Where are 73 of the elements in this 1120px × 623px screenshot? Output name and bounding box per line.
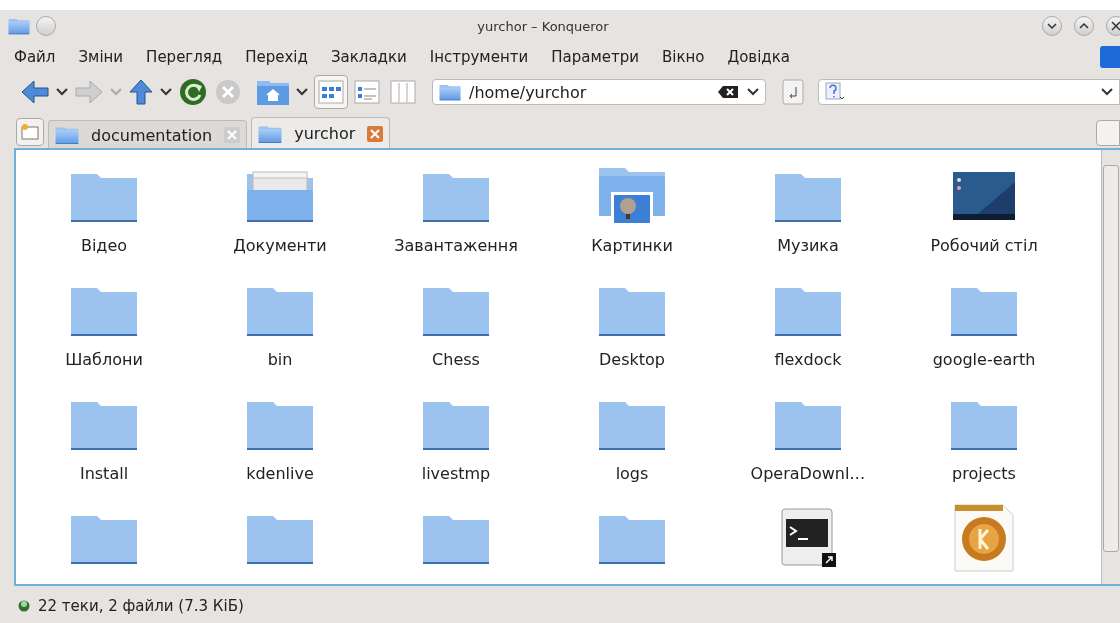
close-icon — [1111, 21, 1120, 31]
caret-icon[interactable] — [747, 88, 759, 96]
file-name[interactable]: Desktop — [599, 350, 665, 369]
file-name[interactable]: Картинки — [591, 236, 673, 255]
file-name[interactable]: Робочий стіл — [930, 236, 1038, 255]
sticky-button[interactable] — [36, 16, 56, 36]
location-text: /home/yurchor — [469, 82, 588, 102]
caret-icon[interactable] — [160, 88, 172, 96]
view-mode-icon — [390, 80, 416, 104]
menu-item[interactable]: Файл — [14, 46, 56, 68]
chevron-up-icon — [1079, 22, 1089, 30]
file-name[interactable]: logs — [615, 464, 649, 483]
file-name[interactable]: Музика — [777, 236, 839, 255]
menu-item[interactable]: Перегляд — [146, 46, 223, 68]
chevron-down-icon — [1047, 22, 1057, 30]
status-indicator-icon — [18, 600, 30, 612]
file-name[interactable]: OperaDownl… — [750, 464, 866, 483]
folder-small-icon — [258, 123, 283, 144]
scrollbar[interactable] — [1101, 150, 1120, 584]
go-icon[interactable] — [782, 79, 804, 105]
file-name[interactable]: Відео — [80, 236, 128, 255]
view-mode-icon — [354, 80, 380, 104]
menu-item[interactable]: Параметри — [551, 46, 639, 68]
file-name[interactable]: flexdock — [774, 350, 842, 369]
caret-icon[interactable] — [56, 88, 68, 96]
folder-small-icon — [55, 125, 79, 145]
caret-icon[interactable] — [1101, 88, 1113, 96]
menu-item[interactable]: Зміни — [78, 46, 124, 68]
folder-with-papers-icon — [245, 168, 315, 224]
file-name[interactable]: Install — [79, 464, 129, 483]
status-text: 22 теки, 2 файли (7.3 КіБ) — [38, 597, 244, 615]
new-tab-button[interactable] — [16, 118, 44, 146]
close-button[interactable] — [1106, 16, 1120, 36]
menu-item[interactable]: Закладки — [330, 46, 407, 68]
caret-icon[interactable] — [296, 88, 308, 96]
document-icon — [953, 503, 1015, 573]
view-mode-icon — [318, 80, 344, 104]
folder-with-photo-icon — [597, 166, 667, 226]
home-folder-icon[interactable] — [256, 78, 290, 106]
close-icon[interactable] — [367, 125, 384, 142]
maximize-button[interactable] — [1074, 16, 1094, 36]
folder-small-icon — [439, 83, 461, 101]
file-name[interactable]: google-earth — [932, 350, 1036, 369]
file-name[interactable]: kdenlive — [246, 464, 314, 483]
location-field[interactable]: /home/yurchor — [432, 79, 766, 105]
file-name[interactable]: livestmp — [421, 464, 491, 483]
window-title: yurchor – Konqueror — [476, 18, 610, 34]
file-name[interactable]: projects — [952, 464, 1016, 483]
menu-item[interactable]: Довідка — [727, 46, 790, 68]
file-name[interactable]: Шаблони — [65, 350, 143, 369]
minimize-button[interactable] — [1042, 16, 1062, 36]
menu-item[interactable]: Перехід — [245, 46, 308, 68]
desktop-screen-icon — [953, 172, 1015, 220]
terminal-shortcut-icon — [778, 507, 838, 569]
file-name[interactable]: Завантаження — [394, 236, 518, 255]
close-tab-button[interactable] — [1096, 120, 1120, 146]
view-mode-button[interactable] — [314, 75, 348, 109]
tab[interactable]: documentation — [48, 120, 248, 149]
menu-item[interactable]: Вікно — [661, 46, 705, 68]
file-name[interactable]: Chess — [432, 350, 480, 369]
tab[interactable]: yurchor — [251, 117, 391, 149]
file-name[interactable]: Документи — [233, 236, 327, 255]
back-arrow-icon[interactable] — [20, 79, 50, 105]
file-name[interactable]: bin — [267, 350, 293, 369]
search-provider-icon[interactable] — [825, 82, 847, 102]
search-field[interactable] — [818, 79, 1120, 105]
menu-item[interactable]: Інструменти — [429, 46, 529, 68]
window-menu-icon — [8, 17, 30, 35]
kde-logo-icon — [1100, 46, 1120, 68]
up-arrow-icon[interactable] — [128, 78, 154, 106]
new-tab-icon — [21, 124, 39, 140]
clear-icon[interactable] — [717, 85, 739, 99]
reload-icon[interactable] — [178, 77, 208, 107]
